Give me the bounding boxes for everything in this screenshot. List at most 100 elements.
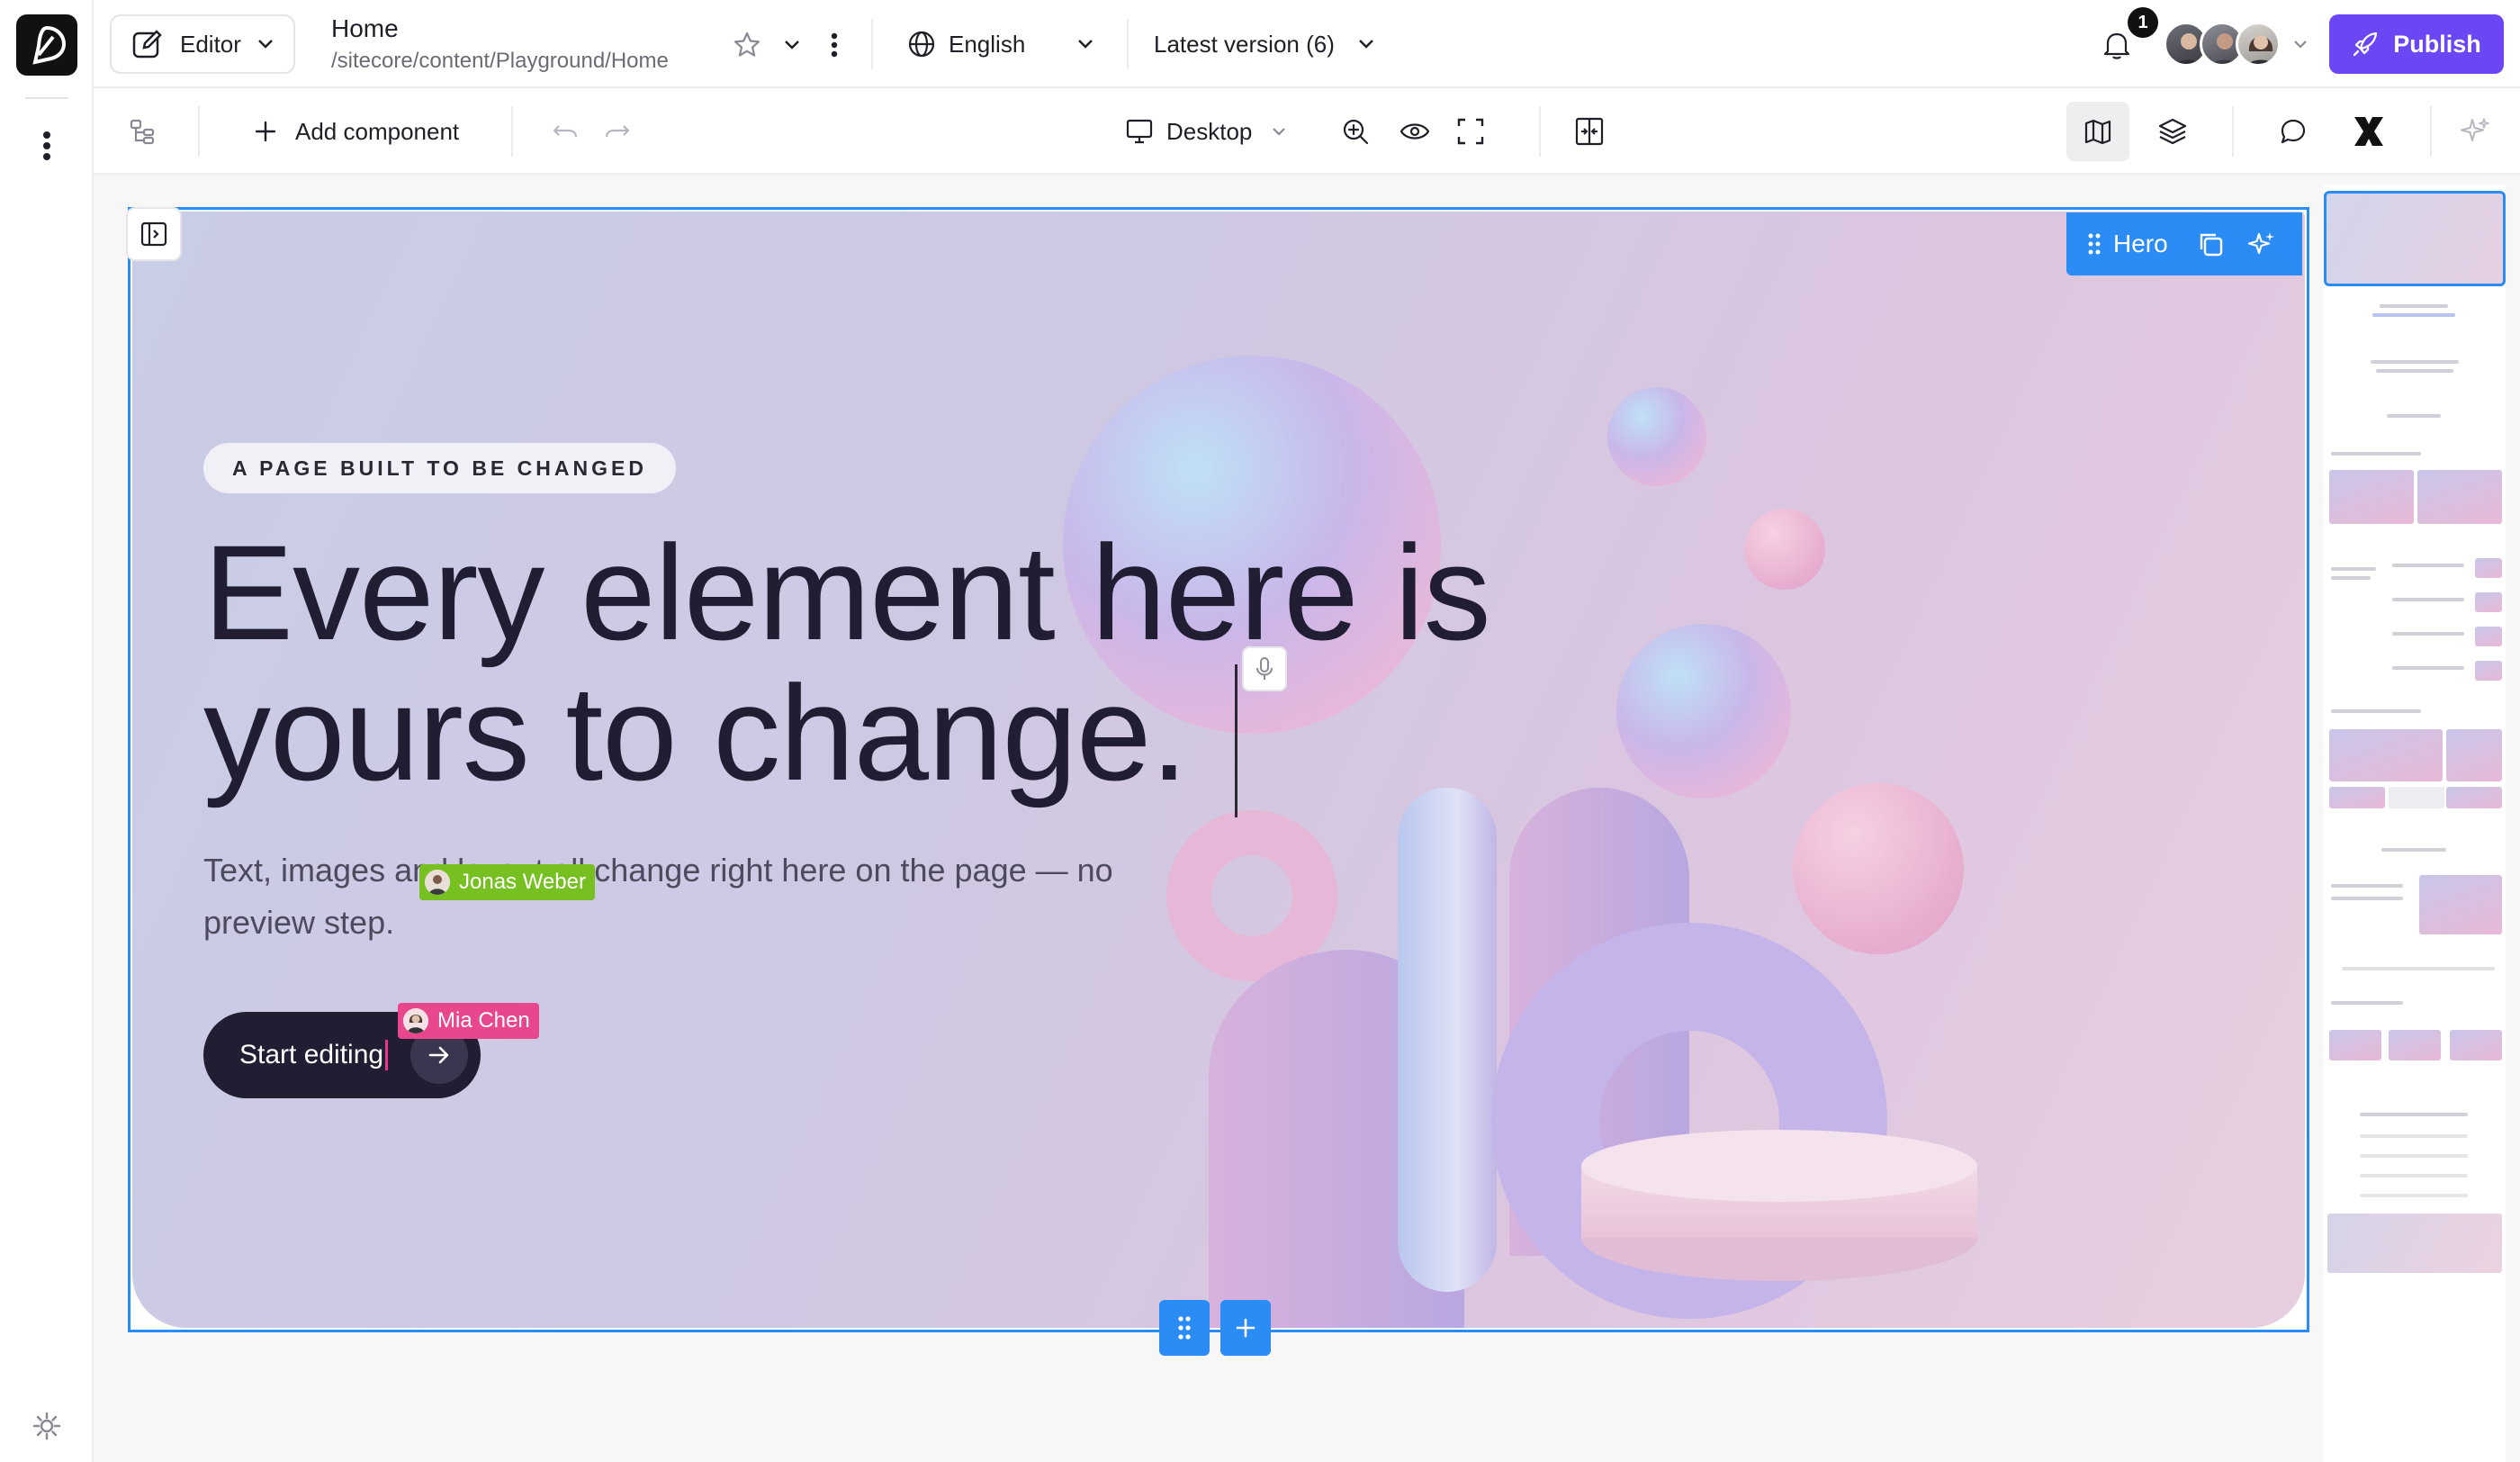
thumbnail-image: [2450, 1030, 2502, 1060]
version-label: Latest version (6): [1154, 30, 1335, 58]
thumbnail-text: [2371, 360, 2459, 364]
thumbnail-image: [2475, 627, 2502, 646]
preview-eye-icon[interactable]: [1393, 110, 1436, 153]
collaborator-cursor-label: Mia Chen: [398, 1003, 539, 1039]
content-tree-icon[interactable]: [121, 110, 164, 153]
component-tag[interactable]: Hero: [2066, 212, 2302, 275]
thumbnail-image: [2446, 787, 2502, 808]
thumbnail-image: [2475, 558, 2502, 578]
hero-headline[interactable]: Every element here is yours to change.: [203, 522, 1553, 803]
language-selector[interactable]: English: [907, 18, 1094, 70]
mode-switcher-button[interactable]: Editor: [110, 14, 295, 74]
app-logo-icon[interactable]: [16, 14, 77, 76]
hero-eyebrow[interactable]: A PAGE BUILT TO BE CHANGED: [203, 443, 676, 493]
divider: [198, 106, 200, 157]
edit-pencil-icon: [131, 28, 164, 60]
chevron-down-icon: [257, 39, 274, 50]
thumbnail-text: [2392, 666, 2464, 670]
hero-subtext[interactable]: Text, images and layout all change right…: [203, 844, 1229, 949]
thumbnail-text: [2380, 304, 2448, 308]
cta-label: Start editing: [239, 1040, 384, 1069]
thumbnail-text: [2331, 567, 2376, 571]
divider: [871, 19, 873, 69]
toggle-panel-icon[interactable]: [126, 207, 182, 261]
layers-icon[interactable]: [2151, 110, 2194, 153]
text-caret: [385, 1040, 389, 1070]
drag-grip-icon[interactable]: [2088, 232, 2101, 256]
avatar: [425, 870, 450, 895]
page-title: Home: [331, 14, 399, 42]
divider: [1539, 106, 1541, 157]
plus-icon: [254, 120, 277, 143]
chevron-down-icon: [1077, 39, 1094, 50]
page-thumbnail-map[interactable]: [2324, 185, 2506, 1462]
thumbnail-image: [2389, 1030, 2441, 1060]
device-label: Desktop: [1166, 117, 1253, 145]
collaborator-name: Mia Chen: [437, 1008, 530, 1033]
fullscreen-icon[interactable]: [1449, 110, 1492, 153]
thumbnail-text: [2376, 369, 2453, 373]
publish-label: Publish: [2393, 30, 2481, 58]
duplicate-icon[interactable]: [2197, 230, 2224, 257]
divider: [2232, 106, 2234, 157]
thumbnail-text: [2331, 709, 2421, 713]
version-selector[interactable]: Latest version (6): [1154, 18, 1374, 70]
microphone-icon[interactable]: [1242, 646, 1287, 691]
thumbnail-text: [2392, 598, 2464, 601]
avatar: [403, 1008, 428, 1033]
compare-icon[interactable]: [1568, 110, 1611, 153]
device-selector[interactable]: Desktop: [1125, 110, 1286, 153]
collaborator-name: Jonas Weber: [459, 870, 586, 894]
globe-icon: [907, 30, 936, 59]
chevron-down-icon: [1358, 39, 1374, 50]
favorite-star-icon[interactable]: [727, 25, 767, 65]
thumbnail-image: [2417, 470, 2502, 524]
more-menu-icon[interactable]: [32, 124, 61, 167]
divider: [511, 106, 513, 157]
thumbnail-image: [2419, 875, 2502, 934]
collaborator-cursor-label: Jonas Weber: [419, 864, 595, 900]
page-options-kebab-icon[interactable]: [821, 25, 848, 65]
thumbnail-image: [2329, 470, 2414, 524]
brand-kit-icon[interactable]: [2347, 110, 2390, 153]
add-component-button[interactable]: Add component: [254, 110, 459, 153]
text-cursor: [1235, 664, 1238, 817]
thumbnail-image: [2475, 661, 2502, 681]
thumbnail-text: [2331, 576, 2371, 580]
thumbnail-text: [2360, 1134, 2468, 1138]
undo-icon[interactable]: [544, 110, 587, 153]
thumbnail-image: [2446, 729, 2502, 781]
thumbnail-text: [2392, 632, 2464, 636]
comment-icon[interactable]: [2272, 110, 2315, 153]
ai-sparkle-icon[interactable]: [2247, 230, 2276, 258]
thumbnail-text: [2360, 1174, 2468, 1178]
thumbnail-image: [2329, 1030, 2381, 1060]
rail-divider: [25, 97, 68, 99]
thumbnail-selected-hero[interactable]: [2324, 191, 2506, 286]
redo-icon[interactable]: [596, 110, 639, 153]
thumbnail-text: [2331, 1001, 2403, 1005]
avatar[interactable]: [2236, 22, 2281, 67]
notification-count-badge: 1: [2128, 7, 2158, 38]
thumbnail-text: [2331, 452, 2421, 456]
thumbnail-text: [2387, 414, 2441, 418]
chevron-down-icon[interactable]: [776, 25, 808, 65]
zoom-icon[interactable]: [1334, 110, 1377, 153]
thumbnail-image: [2389, 787, 2444, 808]
collaborator-avatars[interactable]: [2164, 22, 2281, 68]
left-rail: [0, 0, 94, 1462]
add-component-label: Add component: [295, 117, 460, 145]
settings-gear-icon[interactable]: [27, 1406, 67, 1446]
map-icon[interactable]: [2066, 102, 2129, 161]
headline-line: yours to change.: [203, 657, 1188, 808]
editor-toolbar: Add component Desktop: [94, 88, 2520, 175]
chevron-down-icon[interactable]: [2290, 31, 2311, 58]
insert-component-plus-icon[interactable]: [1220, 1300, 1271, 1356]
thumbnail-image: [2327, 1214, 2502, 1273]
thumbnail-text: [2331, 897, 2403, 900]
publish-button[interactable]: Publish: [2329, 14, 2504, 74]
sparkle-icon[interactable]: [2453, 110, 2497, 153]
divider: [1127, 19, 1129, 69]
thumbnail-text: [2342, 967, 2495, 970]
drag-handle-icon[interactable]: [1159, 1300, 1210, 1356]
